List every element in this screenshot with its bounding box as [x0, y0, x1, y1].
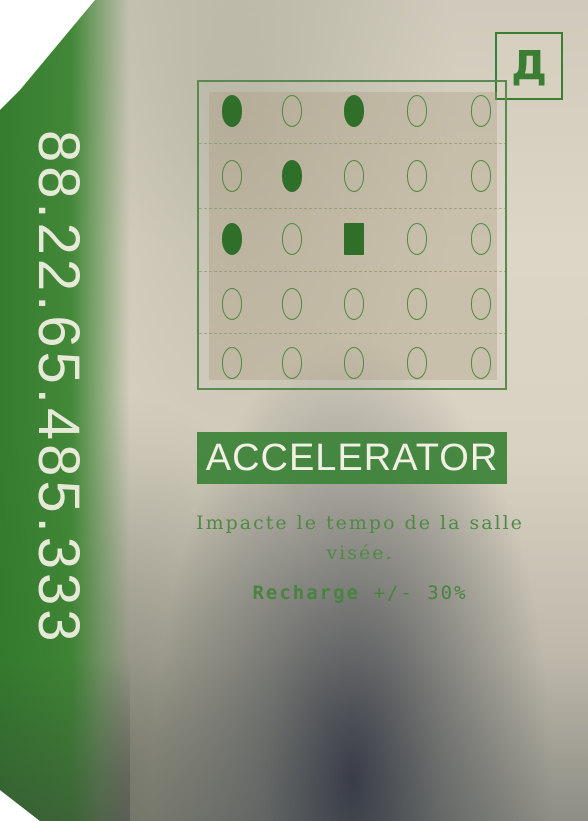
pattern-slot-r3-c5 — [471, 223, 491, 255]
pattern-slot-r3-c2 — [282, 223, 302, 255]
pattern-slot-r5-c3 — [344, 347, 364, 379]
pattern-slot-r1-c2 — [282, 95, 302, 127]
pattern-slot-r5-c5 — [471, 347, 491, 379]
pattern-slot-r3-c1 — [222, 223, 242, 255]
pattern-slot-r1-c5 — [471, 95, 491, 127]
pattern-slot-r5-c2 — [282, 347, 302, 379]
pattern-slot-r1-c1 — [222, 95, 242, 127]
serial-number-text: 88.22.65.485.333 — [26, 130, 91, 646]
pattern-slot-r2-c2 — [282, 160, 302, 192]
pattern-slot-r5-c1 — [222, 347, 242, 379]
pattern-slot-r3-c4 — [407, 223, 427, 255]
pattern-slot-r4-c1 — [222, 288, 242, 320]
pattern-slot-r2-c1 — [222, 160, 242, 192]
pattern-slot-r2-c4 — [407, 160, 427, 192]
pattern-slot-r1-c3 — [344, 95, 364, 127]
pattern-grid — [197, 80, 507, 390]
card-description: Impacte le tempo de la salle visée. — [196, 512, 524, 564]
card-title-band: ACCELERATOR — [197, 432, 507, 484]
pattern-slot-r4-c3 — [344, 288, 364, 320]
pattern-row-separator — [199, 333, 507, 335]
pattern-slot-r2-c3 — [344, 160, 364, 192]
pattern-row-separator — [199, 208, 507, 210]
pattern-slot-r2-c5 — [471, 160, 491, 192]
pattern-slot-r1-c4 — [407, 95, 427, 127]
game-card[interactable]: 88.22.65.485.333 Д ACCELERATOR Impacte l… — [0, 0, 588, 821]
pattern-row-separator — [199, 271, 507, 273]
recharge-label: Recharge — [252, 582, 360, 604]
serial-number: 88.22.65.485.333 — [26, 130, 91, 790]
pattern-slot-r4-c2 — [282, 288, 302, 320]
pattern-slot-r5-c4 — [407, 347, 427, 379]
card-recharge: Recharge +/- 30% — [160, 582, 560, 604]
card-title: ACCELERATOR — [205, 436, 499, 479]
recharge-value: +/- 30% — [373, 582, 468, 604]
pattern-row-separator — [199, 143, 507, 145]
pattern-slot-r4-c5 — [471, 288, 491, 320]
pattern-slot-r4-c4 — [407, 288, 427, 320]
card-type-glyph: Д — [511, 43, 547, 89]
pattern-slot-r3-c3 — [344, 223, 364, 255]
